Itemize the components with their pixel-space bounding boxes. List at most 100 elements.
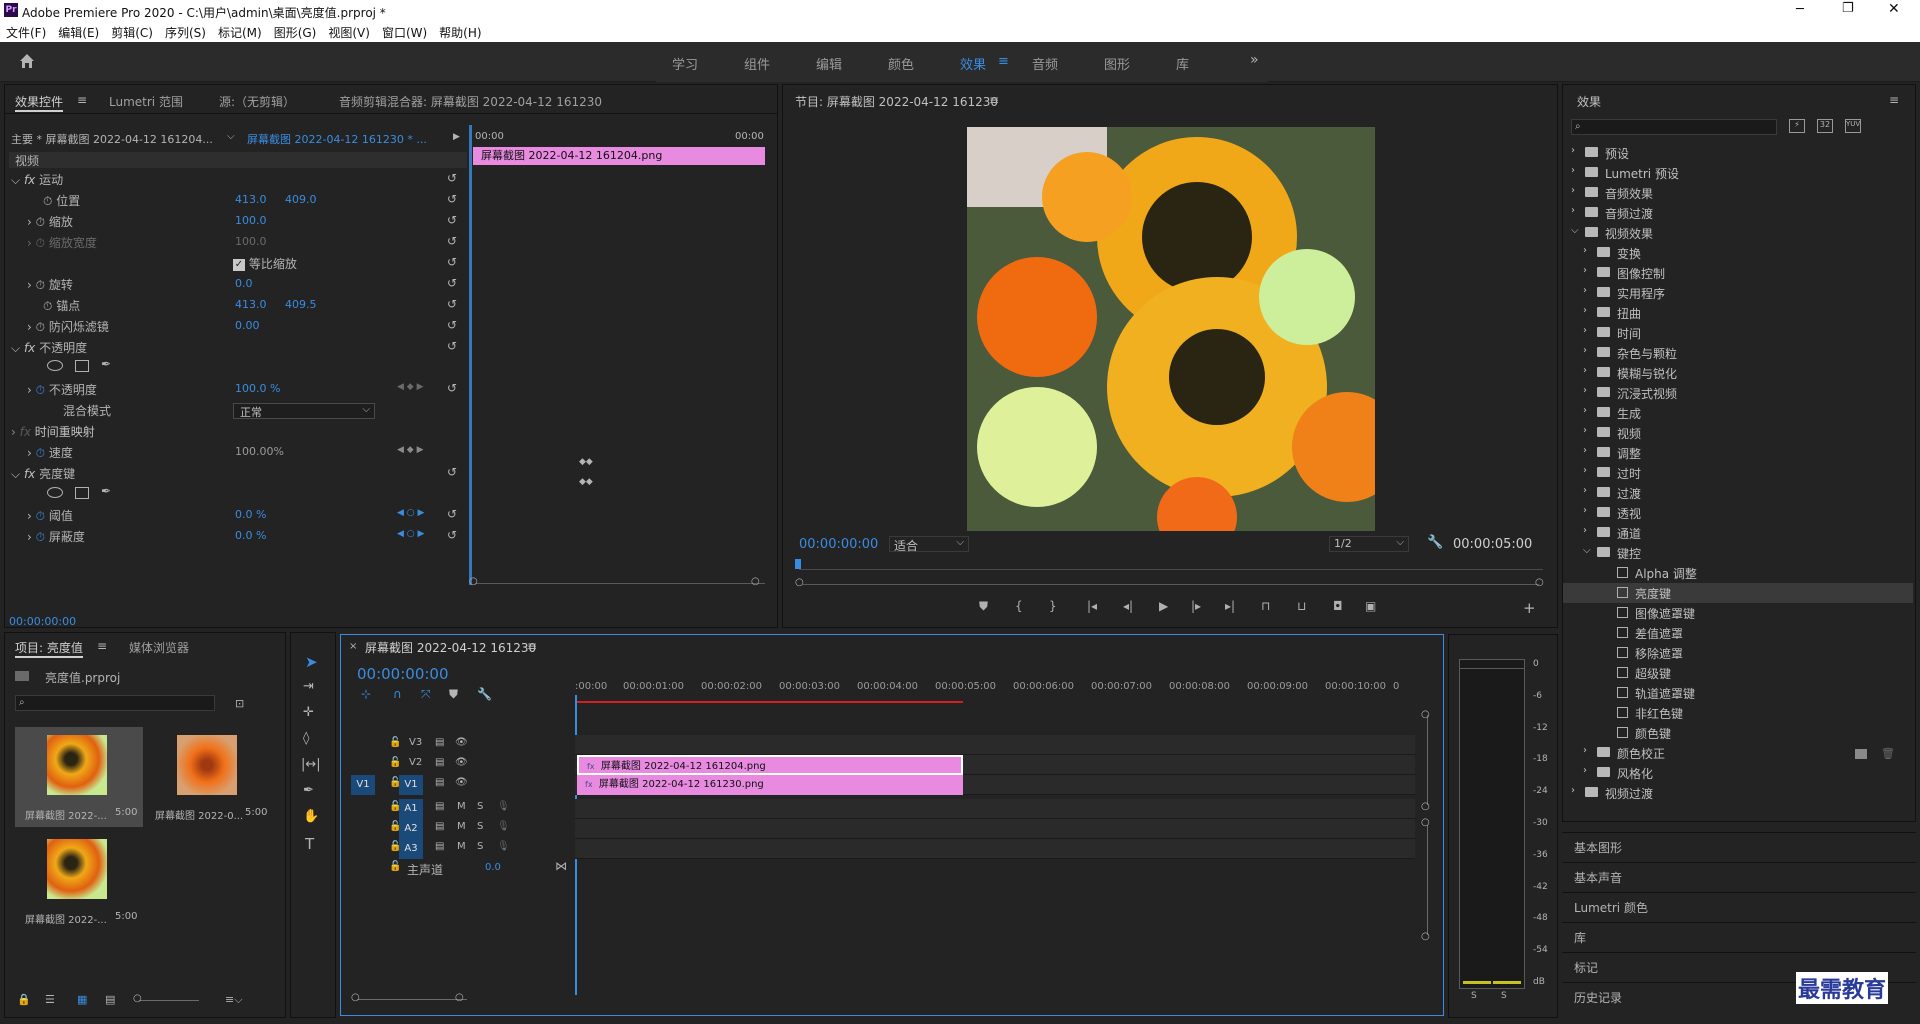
snap-icon[interactable]: ∩ — [393, 687, 402, 701]
zoom-handle-icon[interactable]: ○ — [351, 992, 360, 1003]
reset-icon[interactable]: ↺ — [447, 234, 457, 248]
lock-icon[interactable]: 🔒 — [17, 993, 31, 1006]
tab-project[interactable]: 项目: 亮度值 — [15, 639, 83, 658]
tab-lumetri-scopes[interactable]: Lumetri 范围 — [109, 93, 183, 110]
new-bin-icon[interactable] — [1855, 749, 1867, 759]
effects-folder[interactable]: › 音频过渡 — [1563, 203, 1913, 223]
chevron-right-icon[interactable]: › — [1571, 145, 1575, 156]
ec-clip-bar[interactable]: 屏幕截图 2022-04-12 161204.png — [473, 147, 765, 165]
effects-folder[interactable]: › 过渡 — [1563, 483, 1913, 503]
menu-window[interactable]: 窗口(W) — [376, 22, 433, 43]
master-clip-label[interactable]: 主要 * 屏幕截图 2022-04-12 161204... — [11, 131, 213, 151]
track-lane-a1[interactable] — [575, 799, 1415, 819]
zoom-handle-icon[interactable]: ○ — [455, 992, 464, 1003]
master-volume[interactable]: 0.0 — [485, 862, 501, 873]
add-button-icon[interactable]: + — [1523, 599, 1536, 617]
cutoff-value[interactable]: 0.0 % — [235, 529, 266, 549]
scroll-handle-icon[interactable]: ○ — [1421, 709, 1430, 720]
timeline-title[interactable]: 屏幕截图 2022-04-12 161230 — [365, 639, 536, 656]
fx-icon[interactable]: fx — [20, 425, 31, 439]
new-search-bin-icon[interactable]: ⊡ — [235, 697, 244, 710]
track-lane-a2[interactable] — [575, 819, 1415, 839]
mute-button[interactable]: M — [457, 801, 466, 812]
effects-folder[interactable]: › 调整 — [1563, 443, 1913, 463]
zoom-slider-handle-icon[interactable]: ○ — [133, 993, 142, 1004]
chevron-right-icon[interactable]: › — [27, 446, 32, 460]
menu-view[interactable]: 视图(V) — [322, 22, 376, 43]
effects-item[interactable]: 差值遮罩 — [1563, 623, 1913, 643]
compare-view-icon[interactable]: ▣ — [1365, 599, 1376, 613]
eye-icon[interactable]: 👁 — [455, 737, 468, 748]
mark-in-icon[interactable]: { — [1015, 599, 1023, 613]
menu-sequence[interactable]: 序列(S) — [159, 22, 212, 43]
effects-item[interactable]: 亮度键 — [1563, 583, 1913, 603]
chevron-right-icon[interactable]: › — [27, 383, 32, 397]
effects-item[interactable]: 移除遮罩 — [1563, 643, 1913, 663]
reset-icon[interactable]: ↺ — [447, 171, 457, 185]
track-lane-a3[interactable] — [575, 839, 1415, 859]
workspace-learn[interactable]: 学习 — [672, 54, 698, 73]
panel-menu-icon[interactable]: ≡ — [1889, 93, 1899, 107]
project-item[interactable]: 屏幕截图 2022-... 5:00 — [15, 727, 143, 827]
effects-folder[interactable]: › 视频 — [1563, 423, 1913, 443]
menu-graphics[interactable]: 图形(G) — [268, 22, 323, 43]
effects-folder[interactable]: › 视频过渡 — [1563, 783, 1913, 803]
timeline-ruler[interactable]: :00:00 00:00:01:00 00:00:02:00 00:00:03:… — [575, 675, 1405, 703]
extract-icon[interactable]: ⊔ — [1297, 599, 1306, 613]
effects-item[interactable]: 超级键 — [1563, 663, 1913, 683]
stopwatch-icon[interactable]: ⏱ — [36, 530, 45, 544]
mute-button[interactable]: M — [457, 841, 466, 852]
panel-essential-graphics[interactable]: 基本图形 — [1562, 832, 1916, 860]
solo-button[interactable]: S — [477, 821, 483, 832]
menu-edit[interactable]: 编辑(E) — [52, 22, 105, 43]
effects-folder[interactable]: › 变换 — [1563, 243, 1913, 263]
panel-menu-icon[interactable]: ≡ — [77, 93, 87, 107]
effects-item[interactable]: 非红色键 — [1563, 703, 1913, 723]
close-tab-icon[interactable]: × — [349, 641, 357, 652]
chevron-right-icon[interactable]: › — [1583, 325, 1587, 336]
effects-title[interactable]: 效果 — [1577, 93, 1601, 110]
effects-folder[interactable]: › 生成 — [1563, 403, 1913, 423]
chevron-right-icon[interactable]: › — [1571, 165, 1575, 176]
sync-lock-icon[interactable]: ▤ — [435, 801, 444, 812]
anchor-x[interactable]: 413.0 — [235, 298, 267, 318]
track-label[interactable]: V2 — [409, 757, 422, 768]
ellipse-mask-icon[interactable] — [47, 487, 63, 498]
effects-folder[interactable]: › 通道 — [1563, 523, 1913, 543]
list-view-icon[interactable]: ☰ — [45, 993, 55, 1006]
eye-icon[interactable]: 👁 — [455, 757, 468, 768]
linked-selection-icon[interactable]: ⤧ — [421, 687, 431, 702]
effects-folder[interactable]: › 风格化 — [1563, 763, 1913, 783]
keyframe-nav-icon[interactable]: ◀ ◆ ▶ — [397, 445, 424, 455]
position-y[interactable]: 409.0 — [285, 193, 317, 213]
panel-lumetri-color[interactable]: Lumetri 颜色 — [1562, 892, 1916, 920]
uniform-scale-checkbox[interactable]: ✓ — [233, 258, 245, 271]
reset-icon[interactable]: ↺ — [447, 528, 457, 542]
reset-icon[interactable]: ↺ — [447, 381, 457, 395]
ellipse-mask-icon[interactable] — [47, 360, 63, 371]
panel-menu-icon[interactable]: ≡ — [527, 639, 537, 653]
fx-icon[interactable]: fx — [24, 467, 35, 481]
keyframe-nav-icon[interactable]: ◀ ○ ▶ — [397, 508, 424, 518]
reset-icon[interactable]: ↺ — [447, 507, 457, 521]
reset-icon[interactable]: ↺ — [447, 276, 457, 290]
microphone-icon[interactable]: 🎙 — [497, 801, 510, 812]
zoom-handle-icon[interactable]: ○ — [469, 576, 478, 587]
opacity-value[interactable]: 100.0 % — [235, 382, 280, 402]
effects-folder[interactable]: › 实用程序 — [1563, 283, 1913, 303]
wrench-icon[interactable]: 🔧 — [1427, 535, 1443, 550]
effects-folder[interactable]: › 过时 — [1563, 463, 1913, 483]
effects-item[interactable]: 图像遮罩键 — [1563, 603, 1913, 623]
go-to-in-icon[interactable]: |◂ — [1087, 599, 1097, 613]
chevron-right-icon[interactable]: › — [27, 320, 32, 334]
tab-audio-clip-mixer[interactable]: 音频剪辑混合器: 屏幕截图 2022-04-12 161230 — [339, 93, 602, 110]
scale-value[interactable]: 100.0 — [235, 214, 267, 234]
hand-tool-icon[interactable]: ✋ — [303, 809, 319, 824]
pen-mask-icon[interactable]: ✒ — [101, 357, 111, 371]
project-item[interactable]: 屏幕截图 2022-... 5:00 — [15, 831, 143, 931]
menu-file[interactable]: 文件(F) — [0, 22, 52, 43]
effects-folder[interactable]: › 时间 — [1563, 323, 1913, 343]
scroll-handle-icon[interactable]: ○ — [1421, 931, 1430, 942]
mute-button[interactable]: M — [457, 821, 466, 832]
antiflicker-value[interactable]: 0.00 — [235, 319, 260, 339]
